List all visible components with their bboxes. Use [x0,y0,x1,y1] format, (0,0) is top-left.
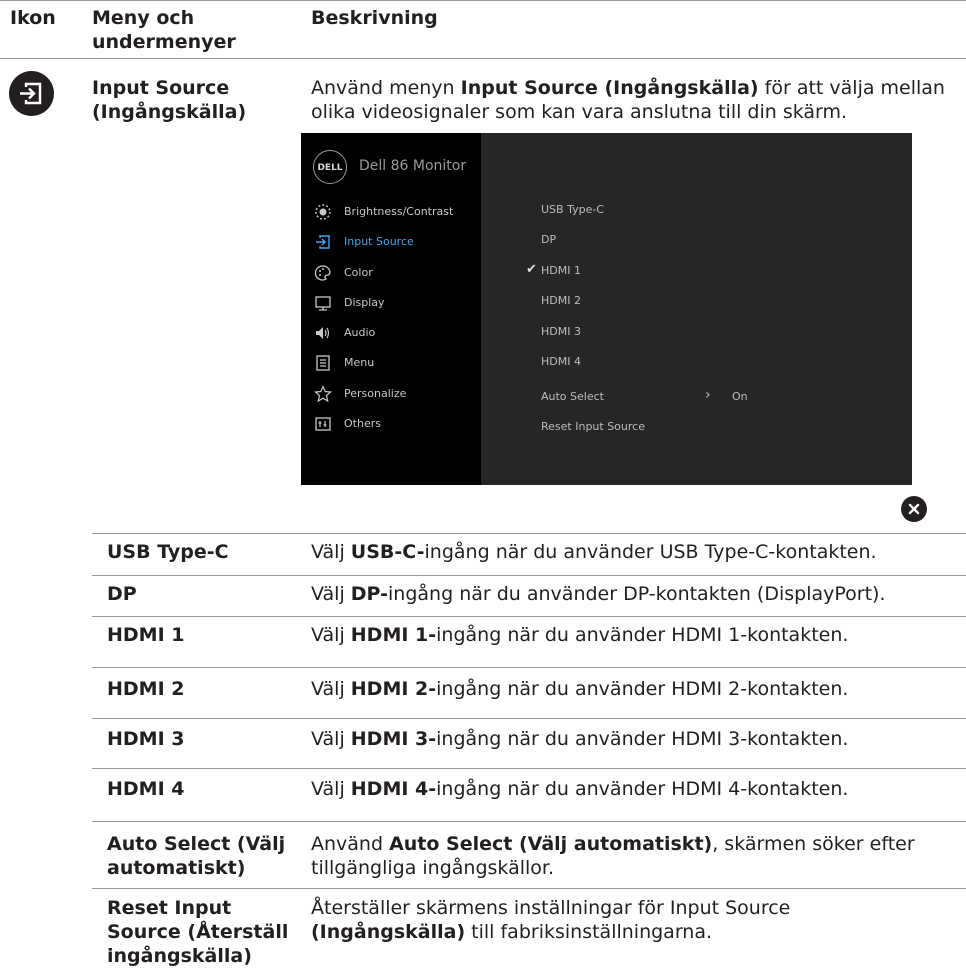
row-name-hdmi-4: HDMI 4 [107,778,185,800]
check-icon: ✔ [526,262,537,277]
row-rule [92,575,966,576]
row-desc-hdmi-4: Välj HDMI 4-ingång när du använder HDMI … [311,778,849,800]
row-desc-hdmi-1: Välj HDMI 1-ingång när du använder HDMI … [311,624,849,646]
row-desc-auto-select: Använd Auto Select (Välj automatiskt), s… [311,833,915,879]
osd-option-hdmi-2[interactable]: HDMI 2 [541,294,581,308]
osd-menu-label: Brightness/Contrast [344,205,454,218]
header-rule [0,58,966,59]
input-source-icon [9,71,54,116]
osd-option-reset-input-source[interactable]: Reset Input Source [541,420,645,434]
header-description: Beskrivning [311,7,438,29]
osd-option-usb-type-c[interactable]: USB Type-C [541,203,604,217]
document-icon [316,355,330,371]
osd-menu-menu[interactable]: Menu [314,353,481,375]
osd-menu-label: Input Source [344,235,414,248]
monitor-icon [315,296,331,311]
osd-option-hdmi-3[interactable]: HDMI 3 [541,325,581,339]
main-menu-title: Input Source (Ingångskälla) [92,77,247,123]
osd-menu-audio[interactable]: Audio [314,323,481,345]
chevron-right-icon: › [705,387,711,403]
osd-menu-display[interactable]: Display [314,293,481,315]
row-name-hdmi-1: HDMI 1 [107,624,185,646]
osd-menu-label: Personalize [344,387,407,400]
row-name-auto-select: Auto Select (Välj automatiskt) [107,833,286,879]
palette-icon [314,265,331,281]
row-rule [92,616,966,617]
row-rule [92,821,966,822]
row-rule [92,667,966,668]
osd-menu-label: Audio [344,326,376,339]
dell-logo: DELL [313,150,347,184]
row-desc-hdmi-2: Välj HDMI 2-ingång när du använder HDMI … [311,678,849,700]
header-icon: Ikon [10,7,56,29]
osd-auto-select-value: On [732,390,748,403]
osd-title: Dell 86 Monitor [359,158,467,174]
speaker-icon [316,327,330,339]
osd-menu-label: Menu [344,356,375,369]
row-desc-usb-type-c: Välj USB-C-ingång när du använder USB Ty… [311,541,877,563]
input-source-icon [316,235,330,249]
osd-option-hdmi-4[interactable]: HDMI 4 [541,355,581,369]
row-desc-hdmi-3: Välj HDMI 3-ingång när du använder HDMI … [311,728,849,750]
row-rule [92,888,966,889]
osd-option-dp[interactable]: DP [541,233,556,247]
osd-menu-input-source[interactable]: Input Source [314,232,481,254]
row-name-usb-type-c: USB Type-C [107,541,229,563]
header-menu: Meny och undermenyer [92,7,236,53]
row-desc-reset-input-source: Återställer skärmens inställningar för I… [311,897,791,943]
main-description: Använd menyn Input Source (Ingångskälla)… [311,77,945,123]
top-rule [0,0,966,1]
star-icon [314,385,332,403]
row-rule [92,718,966,719]
osd-menu-brightness[interactable]: Brightness/Contrast [314,202,481,224]
row-rule [92,768,966,769]
osd-menu-personalize[interactable]: Personalize [314,384,481,406]
osd-menu-label: Color [344,266,373,279]
osd-option-hdmi-1[interactable]: HDMI 1 [541,264,581,278]
close-icon[interactable] [901,496,927,522]
osd-screenshot: DELL Dell 86 Monitor Brightness/Contrast… [301,133,912,485]
row-desc-dp: Välj DP-ingång när du använder DP-kontak… [311,583,886,605]
sun-icon [315,204,331,220]
osd-option-auto-select[interactable]: Auto Select [541,390,604,404]
row-name-dp: DP [107,583,137,605]
osd-menu-label: Others [344,417,381,430]
row-name-hdmi-2: HDMI 2 [107,678,185,700]
row-rule [92,533,966,534]
row-name-hdmi-3: HDMI 3 [107,728,185,750]
osd-menu-others[interactable]: Others [314,414,481,436]
row-name-reset-input-source: Reset Input Source (Återställ ingångskäl… [107,897,289,967]
osd-menu-color[interactable]: Color [314,263,481,285]
osd-menu-label: Display [344,296,385,309]
others-icon [315,417,331,431]
